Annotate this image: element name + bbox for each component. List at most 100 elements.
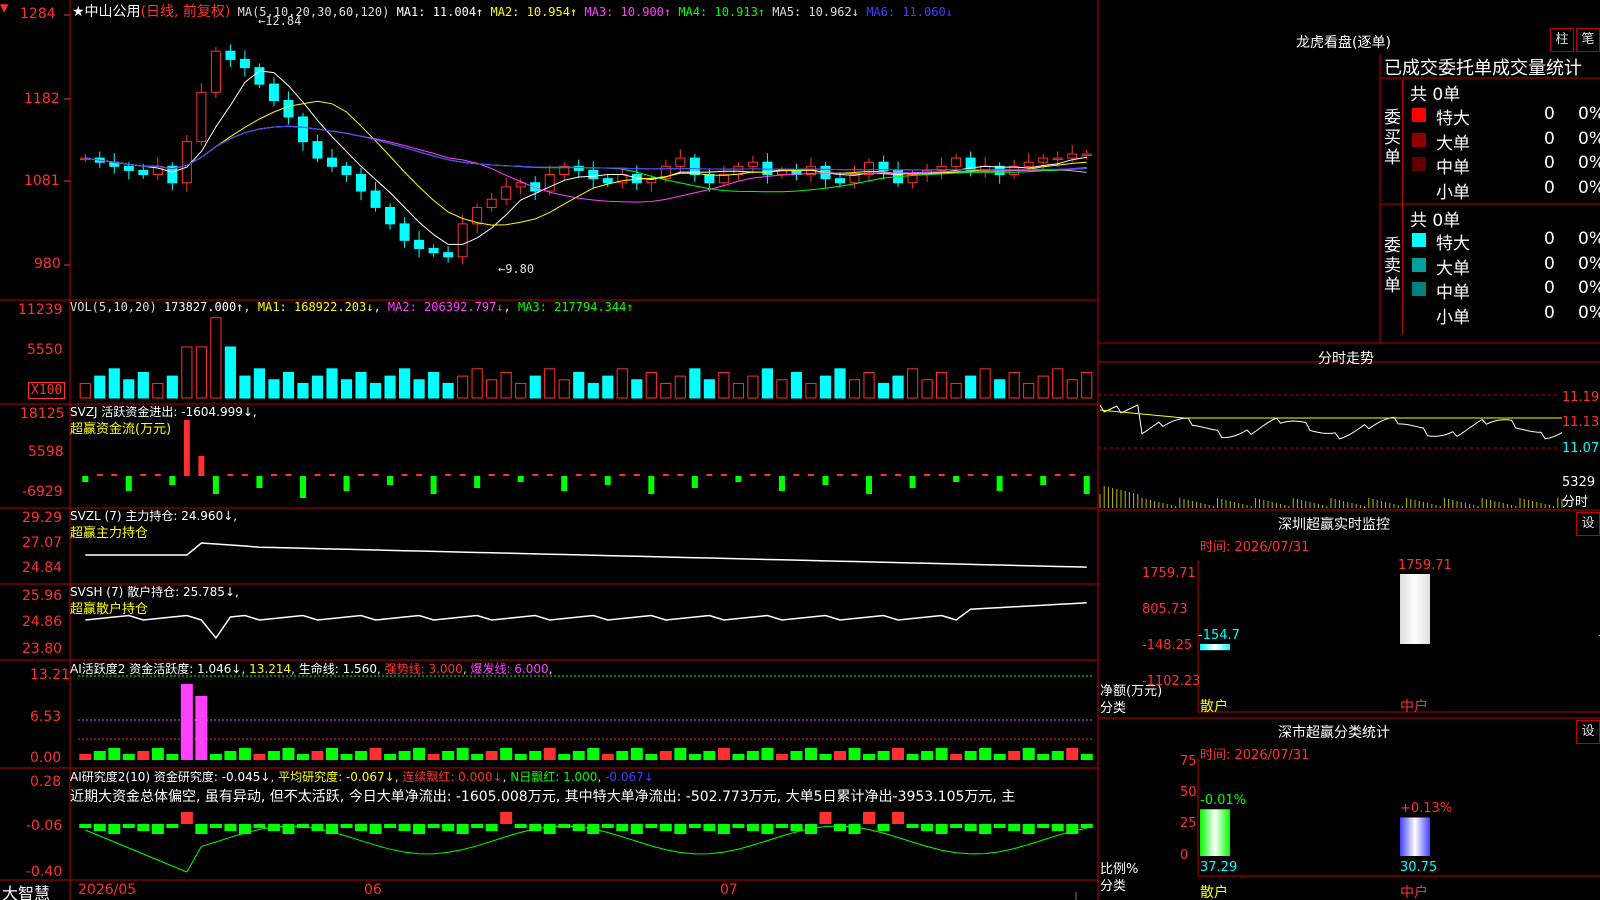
flow-bar <box>401 474 408 476</box>
flow-bar <box>256 476 263 488</box>
svzj-tick: 18125 <box>20 406 65 422</box>
candle <box>675 157 686 167</box>
sz-settings-button[interactable]: 设 <box>1576 512 1600 536</box>
ai1-tick: 13.21 <box>30 667 71 683</box>
research-bar <box>224 824 237 831</box>
volume-bar <box>282 371 295 399</box>
order-count: 0 <box>1544 104 1555 124</box>
volume-bar <box>486 379 498 399</box>
sh-settings-button[interactable]: 设 <box>1576 720 1600 744</box>
sz-tick: -1102.23 <box>1142 674 1201 689</box>
research-bar <box>717 824 730 834</box>
research-bar <box>340 824 353 828</box>
flow-bar <box>691 476 698 488</box>
flow-bar <box>837 474 843 476</box>
activity-bar <box>79 754 92 760</box>
research-bar <box>180 812 193 824</box>
buy-total: 共 0单 <box>1410 85 1461 105</box>
flow-bar <box>111 474 118 476</box>
volume-bar <box>921 379 933 399</box>
price-tick: 980 <box>34 256 61 272</box>
research-bar <box>471 824 484 828</box>
volume-bar <box>123 379 135 399</box>
activity-bar <box>1080 754 1093 760</box>
volume-bar <box>253 368 266 399</box>
vol-unit-button[interactable]: X100 <box>28 382 66 399</box>
sh-tick: 50 <box>1180 785 1197 800</box>
research-bar <box>921 824 934 831</box>
activity-bar <box>456 748 469 760</box>
period-label: (日线, 前复权) <box>140 4 231 20</box>
activity-bar <box>616 751 629 760</box>
volume-bar <box>137 371 149 399</box>
volume-bar <box>660 382 672 399</box>
flow-bar <box>183 420 190 476</box>
volume-bar <box>863 371 875 399</box>
flow-bar <box>967 474 974 476</box>
order-pct: 0% <box>1578 177 1600 198</box>
candle <box>356 174 367 192</box>
activity-bar <box>935 748 948 760</box>
order-swatch <box>1412 233 1426 247</box>
order-pct: 0% <box>1578 229 1600 249</box>
sh-xlabel: 分类 <box>1100 879 1127 894</box>
order-type: 小单 <box>1436 182 1470 203</box>
volume-bar <box>834 368 846 399</box>
sz-bar <box>1400 574 1430 644</box>
ma-line-20 <box>85 125 1087 203</box>
flow-bar <box>604 476 611 485</box>
sh-bar-value: 37.29 <box>1200 860 1238 875</box>
flow-bar <box>735 476 742 482</box>
volume-bar <box>210 317 222 399</box>
research-bar <box>427 824 440 828</box>
tick-mode-button[interactable]: 笔 <box>1576 28 1600 52</box>
flow-bar <box>953 476 960 482</box>
activity-bar <box>1051 751 1064 760</box>
volume-bar <box>1037 375 1049 399</box>
flow-bar <box>1069 474 1076 476</box>
flow-bar <box>154 474 161 476</box>
candle <box>602 178 613 184</box>
activity-bar <box>863 754 876 760</box>
research-bar <box>892 812 905 824</box>
order-count: 0 <box>1544 153 1555 173</box>
candle <box>283 100 294 118</box>
flow-bar <box>503 474 510 476</box>
research-bar <box>703 824 716 831</box>
research-bar <box>790 824 803 831</box>
sh-category: 中户 <box>1400 885 1428 900</box>
sell-orders-label: 委卖单 <box>1384 206 1403 334</box>
volume-bar <box>877 382 890 399</box>
sh-tick: 75 <box>1180 754 1197 769</box>
svzj-sub: 超赢资金流(万元) <box>70 422 172 437</box>
sh-stats-title: 深市超赢分类统计 <box>1278 725 1390 741</box>
price-tick: 1182 <box>24 91 60 107</box>
volume-bar <box>529 375 541 399</box>
app-name: 大智慧 <box>2 884 51 900</box>
activity-bar <box>413 748 426 760</box>
research-bar <box>950 824 963 828</box>
bar-mode-button[interactable]: 柱 <box>1550 28 1574 52</box>
dragon-title: 龙虎看盘(逐单) <box>1296 35 1391 51</box>
ai2-header: AI研究度2(10) 资金研究度: -0.045↓, 平均研究度: -0.067… <box>70 770 654 784</box>
intraday-avg-line <box>1099 409 1562 419</box>
order-swatch <box>1412 282 1426 296</box>
flow-bar <box>575 474 582 476</box>
volume-bar <box>1066 379 1078 399</box>
ma-line-5 <box>85 70 1087 245</box>
order-count: 0 <box>1544 128 1555 149</box>
research-bar <box>514 824 527 828</box>
candle <box>762 161 773 176</box>
volume-bar <box>369 382 382 399</box>
intraday-vol-tick: 5329 <box>1562 475 1596 490</box>
volume-bar <box>819 375 832 399</box>
volume-bar <box>544 368 556 399</box>
flow-bar <box>1011 474 1018 476</box>
flow-bar <box>938 474 945 476</box>
order-type: 特大 <box>1436 234 1470 254</box>
activity-bar <box>384 754 397 760</box>
order-type: 大单 <box>1436 258 1470 279</box>
flow-bar <box>764 474 771 476</box>
activity-bar <box>848 748 861 760</box>
order-swatch <box>1412 257 1426 272</box>
